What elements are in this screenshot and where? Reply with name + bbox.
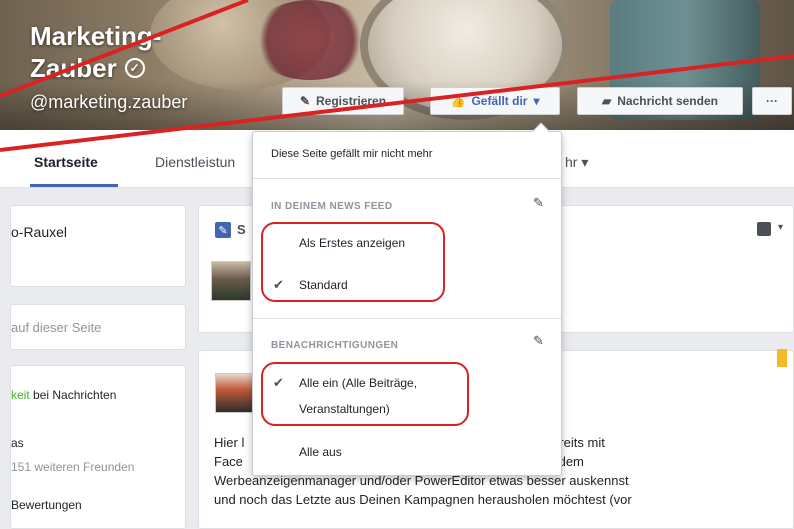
divider: [253, 318, 561, 319]
caret-down-icon: ▾: [533, 94, 540, 108]
notifications-header: BENACHRICHTIGUNGEN: [271, 340, 399, 351]
edit-pencil-icon[interactable]: ✎: [533, 333, 544, 349]
bookmark-icon[interactable]: [777, 349, 787, 367]
annotation-highlight-box: [261, 222, 445, 302]
register-button-label: Registrieren: [316, 94, 387, 108]
message-icon: ▰: [602, 94, 612, 108]
page-title[interactable]: Marketing- Zauber ✓: [30, 20, 161, 84]
search-placeholder: auf dieser Seite: [11, 320, 102, 335]
tab-dienstleistungen[interactable]: Dienstleistun: [155, 154, 235, 170]
active-tab-indicator: [30, 184, 118, 187]
thumbs-up-icon: 👍: [450, 94, 466, 108]
news-feed-header: IN DEINEM NEWS FEED: [271, 201, 393, 212]
page-handle[interactable]: @marketing.zauber: [30, 92, 187, 113]
like-button[interactable]: 👍 Gefällt dir ▾: [430, 87, 560, 115]
page-search[interactable]: auf dieser Seite: [10, 304, 186, 350]
avatar[interactable]: [211, 261, 251, 301]
profile-avatar-icon[interactable]: [757, 222, 771, 236]
avatar[interactable]: [215, 373, 255, 413]
like-options-dropdown: Diese Seite gefällt mir nicht mehr IN DE…: [252, 122, 562, 476]
like-button-label: Gefällt dir: [471, 94, 528, 108]
edit-pencil-icon[interactable]: ✎: [533, 195, 544, 211]
page-title-line1: Marketing-: [30, 21, 162, 51]
info-card: keit bei Nachrichten as 151 weiteren Fre…: [10, 365, 186, 529]
pencil-icon: ✎: [299, 94, 311, 108]
send-message-label: Nachricht senden: [617, 94, 718, 108]
post-line: und noch das Letzte aus Deinen Kampagnen…: [214, 492, 632, 507]
tab-startseite[interactable]: Startseite: [34, 154, 98, 170]
friends-info[interactable]: 151 weiteren Freunden: [11, 460, 134, 474]
cover-decoration: [250, 0, 370, 80]
composer-label[interactable]: S: [237, 222, 246, 237]
more-options-button[interactable]: ···: [752, 87, 792, 115]
likes-info: as: [11, 436, 24, 450]
send-message-button[interactable]: ▰ Nachricht senden: [577, 87, 743, 115]
response-rate-label: keit: [11, 388, 30, 402]
register-button[interactable]: ✎ Registrieren: [282, 87, 404, 115]
caret-down-icon[interactable]: ▾: [778, 222, 783, 233]
page-title-line2: Zauber: [30, 53, 117, 83]
tab-more[interactable]: hr ▾: [565, 154, 588, 171]
all-off-item[interactable]: Alle aus: [299, 445, 342, 459]
unlike-page-item[interactable]: Diese Seite gefällt mir nicht mehr: [271, 148, 432, 160]
divider: [253, 178, 561, 179]
annotation-highlight-box: [261, 362, 469, 426]
more-icon: ···: [766, 94, 778, 108]
reviews-info[interactable]: Bewertungen: [11, 498, 82, 512]
verified-badge-icon: ✓: [124, 58, 145, 78]
about-card: o-Rauxel: [10, 205, 186, 287]
response-rate-rest: bei Nachrichten: [29, 388, 117, 402]
response-info: keit bei Nachrichten: [11, 388, 116, 402]
location-text: o-Rauxel: [11, 224, 68, 240]
edit-post-icon[interactable]: ✎: [215, 222, 231, 238]
